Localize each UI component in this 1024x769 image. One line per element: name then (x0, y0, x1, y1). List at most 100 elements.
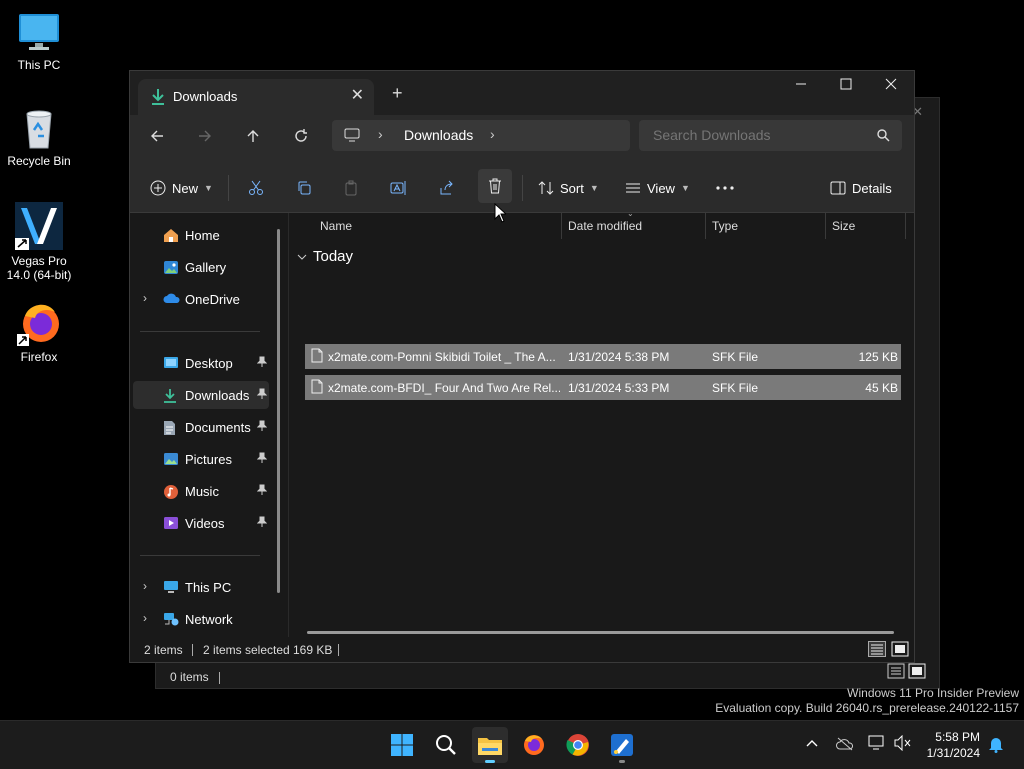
details-view-icon (868, 641, 886, 657)
desktop-icon-recycle-bin[interactable]: Recycle Bin (4, 106, 74, 168)
pin-icon (257, 484, 267, 495)
column-header-size[interactable]: Size (832, 213, 855, 239)
clock-time: 5:58 PM (935, 730, 980, 744)
chevron-right-icon[interactable]: › (143, 291, 147, 305)
tab-downloads[interactable]: Downloads ✕ (138, 79, 374, 115)
delete-button[interactable] (478, 169, 512, 203)
back-button[interactable] (150, 129, 164, 148)
sidebar-item-label: OneDrive (185, 292, 240, 307)
sidebar-item-videos[interactable]: Videos (133, 509, 269, 537)
details-view-icon[interactable] (887, 663, 927, 679)
chevron-right-icon[interactable]: › (490, 126, 495, 142)
sidebar-item-label: This PC (185, 580, 232, 595)
download-icon (152, 89, 164, 105)
toolbar-divider (228, 175, 229, 201)
sidebar-item-documents[interactable]: Documents (133, 413, 269, 441)
minimize-button[interactable] (778, 71, 824, 103)
mouse-cursor-icon (494, 203, 506, 223)
column-header-type[interactable]: Type (712, 213, 738, 239)
sidebar-item-gallery[interactable]: Gallery (133, 253, 269, 281)
taskbar-firefox[interactable] (516, 727, 552, 763)
title-bar: Downloads ✕ + (130, 71, 914, 115)
file-size: 125 KB (858, 350, 898, 364)
network-disconnected-icon (868, 735, 884, 750)
column-divider[interactable] (561, 213, 562, 239)
sidebar-item-home[interactable]: Home (133, 221, 269, 249)
sidebar-scrollbar[interactable] (277, 229, 280, 593)
volume-tray-button[interactable] (894, 734, 912, 754)
clock-date: 1/31/2024 (926, 746, 980, 760)
file-row[interactable]: x2mate.com-Pomni Skibidi Toilet _ The A.… (305, 344, 901, 369)
address-location[interactable]: Downloads (404, 127, 473, 143)
file-row[interactable]: x2mate.com-BFDI_ Four And Two Are Rel...… (305, 375, 901, 400)
search-input[interactable] (653, 127, 853, 143)
column-divider[interactable] (705, 213, 706, 239)
sidebar-item-onedrive[interactable]: › OneDrive (133, 285, 269, 313)
toolbar-divider (522, 175, 523, 201)
file-explorer-window[interactable]: Downloads ✕ + › Downloads › Search Downl… (129, 70, 915, 663)
network-tray-button[interactable] (868, 735, 886, 754)
status-selected-size: 169 KB (293, 643, 333, 657)
sidebar-divider (140, 555, 260, 556)
sidebar-item-pictures[interactable]: Pictures (133, 445, 269, 473)
refresh-button[interactable] (294, 129, 308, 148)
sidebar-item-desktop[interactable]: Desktop (133, 349, 269, 377)
file-name: x2mate.com-Pomni Skibidi Toilet _ The A.… (328, 350, 556, 364)
rename-button[interactable] (385, 175, 413, 201)
column-divider[interactable] (905, 213, 906, 239)
taskbar-search-button[interactable] (428, 727, 464, 763)
cloud-icon (163, 293, 180, 303)
tab-close-icon[interactable]: ✕ (351, 85, 364, 105)
sidebar-item-label: Downloads (185, 388, 250, 403)
sort-button-label: Sort (560, 180, 584, 196)
new-button[interactable]: New ▼ (150, 176, 213, 200)
desktop-icon-this-pc[interactable]: This PC (4, 10, 74, 72)
forward-button[interactable] (198, 129, 212, 148)
share-button[interactable] (433, 175, 461, 201)
navigation-pane: Home Gallery › OneDrive Desktop Download… (130, 213, 289, 637)
chevron-right-icon[interactable]: › (143, 579, 147, 593)
chrome-icon (566, 734, 589, 756)
column-divider[interactable] (825, 213, 826, 239)
details-pane-button[interactable]: Details (830, 176, 892, 200)
search-box[interactable] (639, 120, 902, 151)
network-icon (164, 613, 179, 626)
show-hidden-icons-button[interactable] (806, 735, 818, 750)
sidebar-item-music[interactable]: Music (133, 477, 269, 505)
address-bar[interactable]: › Downloads › (332, 120, 630, 151)
more-options-button[interactable] (716, 176, 734, 200)
view-button[interactable]: View ▼ (625, 176, 690, 200)
maximize-button[interactable] (823, 71, 869, 103)
tiles-view-button[interactable] (891, 641, 909, 657)
copy-button[interactable] (290, 175, 318, 201)
clock[interactable]: 5:58 PM 1/31/2024 (927, 729, 980, 761)
start-button[interactable] (384, 727, 420, 763)
taskbar-file-explorer[interactable] (472, 727, 508, 763)
taskbar-chrome[interactable] (560, 727, 596, 763)
bell-icon (989, 738, 1003, 753)
sidebar-item-network[interactable]: › Network (133, 605, 269, 633)
chevron-right-icon[interactable]: › (378, 126, 383, 142)
sidebar-item-this-pc[interactable]: › This PC (133, 573, 269, 601)
taskbar-paint[interactable] (604, 727, 640, 763)
pin-icon (257, 516, 267, 527)
cut-button[interactable] (242, 175, 270, 201)
group-header-today[interactable]: Today (297, 248, 353, 265)
file-icon (311, 379, 323, 394)
up-button[interactable] (246, 129, 260, 148)
desktop-icon-firefox[interactable]: Firefox (4, 302, 74, 364)
horizontal-scrollbar[interactable] (307, 631, 894, 634)
desktop-icon-vegas-pro[interactable]: Vegas Pro 14.0 (64-bit) (4, 202, 74, 282)
notifications-button[interactable] (988, 735, 1004, 756)
chevron-right-icon[interactable]: › (143, 611, 147, 625)
sidebar-item-downloads[interactable]: Downloads (133, 381, 269, 409)
close-window-button[interactable] (868, 71, 914, 103)
column-header-name[interactable]: Name (320, 213, 352, 239)
vegas-pro-icon (15, 202, 63, 250)
details-view-button[interactable] (868, 641, 886, 657)
sort-button[interactable]: Sort ▼ (538, 176, 599, 200)
desktop-folder-icon (164, 357, 178, 368)
new-tab-button[interactable]: + (392, 83, 403, 104)
onedrive-tray-button[interactable] (836, 737, 854, 754)
paste-button[interactable] (337, 175, 365, 201)
